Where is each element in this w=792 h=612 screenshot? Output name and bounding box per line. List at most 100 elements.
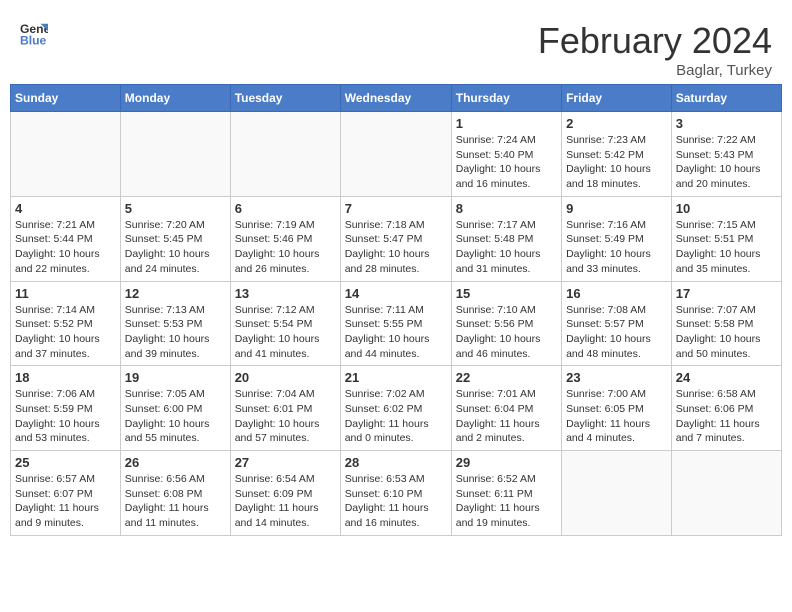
day-number: 4 <box>15 201 116 216</box>
title-area: February 2024 Baglar, Turkey <box>538 20 772 79</box>
header-wednesday: Wednesday <box>340 85 451 112</box>
calendar-cell: 6Sunrise: 7:19 AM Sunset: 5:46 PM Daylig… <box>230 196 340 281</box>
header-sunday: Sunday <box>11 85 121 112</box>
calendar-cell: 3 Sunrise: 7:22 AM Sunset: 5:43 PM Daylig… <box>671 112 781 197</box>
day-info: Sunrise: 6:58 AM Sunset: 6:06 PM Dayligh… <box>676 387 777 446</box>
week-row-0: 1Sunrise: 7:24 AM Sunset: 5:40 PM Daylig… <box>11 112 782 197</box>
calendar-cell: 25 Sunrise: 6:57 AM Sunset: 6:07 PM Dayli… <box>11 451 121 536</box>
calendar-cell: 22 Sunrise: 7:01 AM Sunset: 6:04 PM Dayli… <box>451 366 561 451</box>
day-info: Sunrise: 7:15 AM Sunset: 5:51 PM Dayligh… <box>676 218 777 277</box>
calendar-cell: 12Sunrise: 7:13 AM Sunset: 5:53 PM Dayli… <box>120 281 230 366</box>
day-info: Sunrise: 7:16 AM Sunset: 5:49 PM Dayligh… <box>566 218 667 277</box>
day-info: Sunrise: 7:11 AM Sunset: 5:55 PM Dayligh… <box>345 303 447 362</box>
day-info: Sunrise: 7:05 AM Sunset: 6:00 PM Dayligh… <box>125 387 226 446</box>
calendar-cell: 9 Sunrise: 7:16 AM Sunset: 5:49 PM Daylig… <box>562 196 672 281</box>
day-number: 12 <box>125 286 226 301</box>
day-number: 26 <box>125 455 226 470</box>
day-info: Sunrise: 7:00 AM Sunset: 6:05 PM Dayligh… <box>566 387 667 446</box>
day-number: 23 <box>566 370 667 385</box>
day-info: Sunrise: 7:02 AM Sunset: 6:02 PM Dayligh… <box>345 387 447 446</box>
calendar-cell: 13Sunrise: 7:12 AM Sunset: 5:54 PM Dayli… <box>230 281 340 366</box>
day-info: Sunrise: 7:23 AM Sunset: 5:42 PM Dayligh… <box>566 133 667 192</box>
day-number: 27 <box>235 455 336 470</box>
calendar-cell: 7Sunrise: 7:18 AM Sunset: 5:47 PM Daylig… <box>340 196 451 281</box>
day-number: 28 <box>345 455 447 470</box>
location-subtitle: Baglar, Turkey <box>538 62 772 79</box>
week-row-4: 25 Sunrise: 6:57 AM Sunset: 6:07 PM Dayli… <box>11 451 782 536</box>
calendar-cell: 1Sunrise: 7:24 AM Sunset: 5:40 PM Daylig… <box>451 112 561 197</box>
calendar-cell: 17 Sunrise: 7:07 AM Sunset: 5:58 PM Dayli… <box>671 281 781 366</box>
calendar-table: SundayMondayTuesdayWednesdayThursdayFrid… <box>10 84 782 536</box>
calendar-cell: 23 Sunrise: 7:00 AM Sunset: 6:05 PM Dayli… <box>562 366 672 451</box>
svg-text:Blue: Blue <box>20 33 47 47</box>
calendar-cell: 24 Sunrise: 6:58 AM Sunset: 6:06 PM Dayli… <box>671 366 781 451</box>
calendar-cell: 27 Sunrise: 6:54 AM Sunset: 6:09 PM Dayli… <box>230 451 340 536</box>
day-number: 1 <box>456 116 557 131</box>
day-number: 16 <box>566 286 667 301</box>
logo: General Blue <box>20 20 48 48</box>
day-number: 9 <box>566 201 667 216</box>
calendar-cell: 19 Sunrise: 7:05 AM Sunset: 6:00 PM Dayli… <box>120 366 230 451</box>
day-info: Sunrise: 7:12 AM Sunset: 5:54 PM Dayligh… <box>235 303 336 362</box>
day-info: Sunrise: 7:07 AM Sunset: 5:58 PM Dayligh… <box>676 303 777 362</box>
calendar-cell: 5 Sunrise: 7:20 AM Sunset: 5:45 PM Daylig… <box>120 196 230 281</box>
header-friday: Friday <box>562 85 672 112</box>
day-info: Sunrise: 7:20 AM Sunset: 5:45 PM Dayligh… <box>125 218 226 277</box>
header-tuesday: Tuesday <box>230 85 340 112</box>
day-info: Sunrise: 7:21 AM Sunset: 5:44 PM Dayligh… <box>15 218 116 277</box>
calendar-cell: 18Sunrise: 7:06 AM Sunset: 5:59 PM Dayli… <box>11 366 121 451</box>
day-info: Sunrise: 7:14 AM Sunset: 5:52 PM Dayligh… <box>15 303 116 362</box>
day-number: 19 <box>125 370 226 385</box>
day-info: Sunrise: 7:01 AM Sunset: 6:04 PM Dayligh… <box>456 387 557 446</box>
calendar-cell: 21 Sunrise: 7:02 AM Sunset: 6:02 PM Dayli… <box>340 366 451 451</box>
day-info: Sunrise: 6:54 AM Sunset: 6:09 PM Dayligh… <box>235 472 336 531</box>
week-row-2: 11 Sunrise: 7:14 AM Sunset: 5:52 PM Dayli… <box>11 281 782 366</box>
day-info: Sunrise: 7:04 AM Sunset: 6:01 PM Dayligh… <box>235 387 336 446</box>
day-info: Sunrise: 7:08 AM Sunset: 5:57 PM Dayligh… <box>566 303 667 362</box>
day-number: 8 <box>456 201 557 216</box>
day-number: 18 <box>15 370 116 385</box>
header-thursday: Thursday <box>451 85 561 112</box>
day-number: 11 <box>15 286 116 301</box>
day-info: Sunrise: 6:52 AM Sunset: 6:11 PM Dayligh… <box>456 472 557 531</box>
day-number: 25 <box>15 455 116 470</box>
calendar-cell: 16 Sunrise: 7:08 AM Sunset: 5:57 PM Dayli… <box>562 281 672 366</box>
calendar-cell: 10 Sunrise: 7:15 AM Sunset: 5:51 PM Dayli… <box>671 196 781 281</box>
day-number: 21 <box>345 370 447 385</box>
day-number: 24 <box>676 370 777 385</box>
calendar-cell: 14 Sunrise: 7:11 AM Sunset: 5:55 PM Dayli… <box>340 281 451 366</box>
calendar-cell: 29 Sunrise: 6:52 AM Sunset: 6:11 PM Dayli… <box>451 451 561 536</box>
day-info: Sunrise: 7:22 AM Sunset: 5:43 PM Dayligh… <box>676 133 777 192</box>
day-number: 29 <box>456 455 557 470</box>
day-number: 10 <box>676 201 777 216</box>
day-info: Sunrise: 7:19 AM Sunset: 5:46 PM Dayligh… <box>235 218 336 277</box>
day-number: 15 <box>456 286 557 301</box>
header-saturday: Saturday <box>671 85 781 112</box>
day-info: Sunrise: 6:53 AM Sunset: 6:10 PM Dayligh… <box>345 472 447 531</box>
calendar-cell: 4 Sunrise: 7:21 AM Sunset: 5:44 PM Daylig… <box>11 196 121 281</box>
day-number: 17 <box>676 286 777 301</box>
logo-icon: General Blue <box>20 20 48 48</box>
day-info: Sunrise: 6:57 AM Sunset: 6:07 PM Dayligh… <box>15 472 116 531</box>
calendar-cell: 8 Sunrise: 7:17 AM Sunset: 5:48 PM Daylig… <box>451 196 561 281</box>
calendar-cell <box>11 112 121 197</box>
calendar-cell: 15 Sunrise: 7:10 AM Sunset: 5:56 PM Dayli… <box>451 281 561 366</box>
day-number: 5 <box>125 201 226 216</box>
calendar-cell: 2Sunrise: 7:23 AM Sunset: 5:42 PM Daylig… <box>562 112 672 197</box>
day-info: Sunrise: 7:17 AM Sunset: 5:48 PM Dayligh… <box>456 218 557 277</box>
calendar-cell <box>230 112 340 197</box>
week-row-3: 18Sunrise: 7:06 AM Sunset: 5:59 PM Dayli… <box>11 366 782 451</box>
page-header: General Blue February 2024 Baglar, Turke… <box>10 10 782 84</box>
header-monday: Monday <box>120 85 230 112</box>
calendar-cell <box>120 112 230 197</box>
calendar-cell <box>671 451 781 536</box>
day-info: Sunrise: 6:56 AM Sunset: 6:08 PM Dayligh… <box>125 472 226 531</box>
day-number: 22 <box>456 370 557 385</box>
day-number: 3 <box>676 116 777 131</box>
day-number: 14 <box>345 286 447 301</box>
day-info: Sunrise: 7:10 AM Sunset: 5:56 PM Dayligh… <box>456 303 557 362</box>
week-row-1: 4 Sunrise: 7:21 AM Sunset: 5:44 PM Daylig… <box>11 196 782 281</box>
day-number: 20 <box>235 370 336 385</box>
day-number: 7 <box>345 201 447 216</box>
calendar-cell <box>340 112 451 197</box>
